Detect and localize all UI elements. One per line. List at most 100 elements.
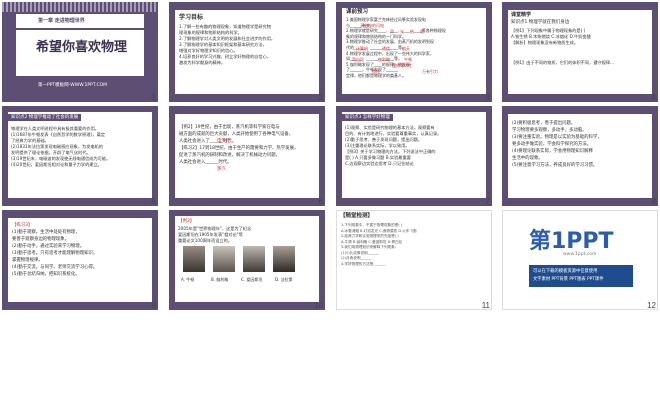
answer-text: 热 <box>410 29 414 34</box>
text-line: (4)勤于交流。与同学、老师交流学习心得。 <box>12 265 98 270</box>
slide-thumbnail-9[interactable]: 【练习3】 (1)勤于观察。生活中处处有物理， 要善于观察身边的物理现象。 (2… <box>2 210 158 310</box>
slide-thumbnail-11[interactable]: 【随堂检测】 1.下列现象中，不属于物理现象的是( ) A.冰雪消融 B.灯泡发… <box>336 210 492 310</box>
slide-12-canvas: 第1PPT www.1ppt.com 可以在下载的模板资源中任意使用 文字素材 … <box>502 210 658 310</box>
slide-thumbnail-10[interactable]: 【例3】 2005年是"世界物理年"，这是为了纪念 爱因斯坦在1905年发表"相… <box>169 210 325 310</box>
slide-10-canvas: 【例3】 2005年是"世界物理年"，这是为了纪念 爱因斯坦在1905年发表"相… <box>169 210 325 310</box>
text-line: 【解析】物理现象没有新物质生成。 <box>511 40 579 45</box>
slide-1-footer: 第一PPT模板网-WWW.1PPT.COM <box>38 83 108 88</box>
slide-thumbnail-7[interactable]: 知识点3 怎样学好物理 (1)观察、实验是研究物理的基本方法。观察要有 目的、有… <box>336 106 492 206</box>
text-line: 【例1】由于不同的物质，它们的体积不同，遵守规律... <box>511 60 614 65</box>
text-line: 定律，他们都是物理学的奠基人。 <box>346 72 406 78</box>
answer-text: 通信 <box>382 46 390 51</box>
slide-9-panel: 【练习3】 (1)勤于观察。生活中处处有物理， 要善于观察身边的物理现象。 (2… <box>8 218 152 302</box>
answer-text: 伽利略 <box>378 57 390 62</box>
portrait-image <box>183 246 205 272</box>
answer-text: 蒸汽 <box>217 167 226 172</box>
text-line: (3)勤于思考。只有思考才能理解物理知识， <box>12 251 98 256</box>
choice-b: B. 伽利略 <box>211 277 229 282</box>
slide-4-heading: 课堂精学 <box>511 12 532 18</box>
text-line: 【练习2】17到18世纪，由于生产的需要和力学、热学发展， <box>179 146 299 151</box>
slide-thumbnail-6[interactable]: 【例2】19世纪，由于出现，蒸汽机等科学家在电与 磁方面的成就的巨大贡献，人类开… <box>169 106 325 206</box>
slide-thumbnail-4[interactable]: 课堂精学 知识点1 物理学就在我们身边 【例1】下列现象中属于物理现象的是( )… <box>502 2 658 102</box>
text-line: (4)要理论联系实际，学会用物理知识解释 <box>512 149 593 154</box>
text-line: 【练习3】 <box>12 223 33 228</box>
answer-text: 电气化 <box>217 139 231 144</box>
slide-3-canvas: 课前预习 1.美国物理学家富兰克林经过风筝实验发现电 与______有关。 2.… <box>336 2 492 102</box>
portrait-image <box>213 246 235 272</box>
slide-number: 9 <box>151 301 156 310</box>
slide-sorter-grid: 第一章 走进物理世界 希望你喜欢物理 第一PPT模板网-WWW.1PPT.COM… <box>0 0 660 405</box>
answer-text: 电 <box>420 29 424 34</box>
section-tag: 知识点2 物理学推动了社会的发展 <box>8 114 82 121</box>
answer-text: 哥白尼 <box>352 57 364 62</box>
slide-number: 5 <box>151 197 156 206</box>
divider <box>16 28 144 30</box>
text-line: 人类社会进入______时代。 <box>179 160 232 165</box>
slide-4-canvas: 课堂精学 知识点1 物理学就在我们身边 【例1】下列现象中属于物理现象的是( )… <box>502 2 658 102</box>
slide-number: 6 <box>318 197 323 206</box>
slide-number: 4 <box>651 93 656 102</box>
slide-thumbnail-3[interactable]: 课前预习 1.美国物理学家富兰克林经过风筝实验发现电 与______有关。 2.… <box>336 2 492 102</box>
slide-5-text: 物理学在人类文明进程中具有极其重要的作用。 (1)1687年牛顿发表《自然哲学的… <box>11 126 147 168</box>
text-line: (5)要注意学习方法，养成良好的学习习惯。 <box>512 163 598 168</box>
slide-2-heading: 学习目标 <box>179 14 204 21</box>
slide-6-canvas: 【例2】19世纪，由于出现，蒸汽机等科学家在电与 磁方面的成就的巨大贡献，人类开… <box>169 106 325 206</box>
slide-8-canvas: (2)要积极思考，善于提出问题。 学习物理要多观察，多动手，多动脑。 (3)要注… <box>502 106 658 206</box>
section-tag: 知识点3 怎样学好物理 <box>342 114 393 121</box>
slide-number: 11 <box>481 301 490 310</box>
answer-text: 惯性 <box>372 69 380 74</box>
slide-9-text: 【练习3】 (1)勤于观察。生活中处处有物理， 要善于观察身边的物理现象。 (2… <box>12 222 148 278</box>
text-line: 掌握物理规律。 <box>12 258 43 263</box>
text-line: C.边观察边实验边思考 D.只记住结论 <box>345 161 414 166</box>
answer-text: 光 <box>400 29 404 34</box>
choice-c: C. 爱因斯坦 <box>241 277 263 282</box>
slide-7-subheading: 知识点3 怎样学好物理 <box>342 114 393 121</box>
text-line: 学习物理要多观察，多动手，多动脑。 <box>512 128 587 133</box>
text-line: 激发为科学献身的精神。 <box>179 60 226 65</box>
answer-text: 万有引力 <box>422 69 438 74</box>
text-line: (2)要积极思考，善于提出问题。 <box>512 121 576 126</box>
text-line: 【例2】19世纪，由于出现，蒸汽机等科学家在电与 <box>179 125 280 130</box>
slide-thumbnail-12[interactable]: 第1PPT www.1ppt.com 可以在下载的模板资源中任意使用 文字素材 … <box>502 210 658 310</box>
download-banner: 可以在下载的模板资源中任意使用 文字素材 PPT背景 PPT图表 PPT课件 <box>529 265 633 287</box>
text-line: (5)勤于总结归纳，把知识系统化。 <box>12 272 80 277</box>
slide-thumbnail-5[interactable]: 知识点2 物理学推动了社会的发展 物理学在人类文明进程中具有极其重要的作用。 (… <box>2 106 158 206</box>
text-line: 要善于观察身边的物理现象。 <box>12 237 70 242</box>
decorative-stripes <box>2 2 158 12</box>
text-line: 要多动手做实验，学会科学探究的方法。 <box>512 142 592 147</box>
slide-1-panel: 第一章 走进物理世界 希望你喜欢物理 <box>16 14 144 76</box>
banner-line-1: 可以在下载的模板资源中任意使用 <box>533 269 598 274</box>
portrait-image <box>273 246 295 272</box>
slide-6-panel: 【例2】19世纪，由于出现，蒸汽机等科学家在电与 磁方面的成就的巨大贡献，人类开… <box>175 114 319 198</box>
slide-10-text: 2005年是"世界物理年"，这是为了纪念 爱因斯坦在1905年发表"相对论"等 … <box>178 226 314 244</box>
slide-number: 10 <box>314 301 323 310</box>
text-line: 促进了蒸汽机的研制和改进，解决了机械动力问题， <box>179 153 280 158</box>
slide-5-canvas: 知识点2 物理学推动了社会的发展 物理学在人类文明进程中具有极其重要的作用。 (… <box>2 106 158 206</box>
answer-text: 摆的等时性 <box>392 63 412 68</box>
slide-10-subheading: 【例3】 <box>178 219 195 224</box>
text-line: 生活中的现象。 <box>512 156 543 161</box>
choice-a: A. 牛顿 <box>181 277 195 282</box>
slide-thumbnail-2[interactable]: 学习目标 1.了解一些有趣的物理现象，知道物理学是研究物 理现象的规律和物质结构… <box>169 2 325 102</box>
slide-7-canvas: 知识点3 怎样学好物理 (1)观察、实验是研究物理的基本方法。观察要有 目的、有… <box>336 106 492 206</box>
choice-d: D. 法拉第 <box>275 277 293 282</box>
portrait-image <box>243 246 265 272</box>
slide-2-text: 1.了解一些有趣的物理现象，知道物理学是研究物 理现象的规律和物质结构的科学。 … <box>179 24 315 66</box>
slide-thumbnail-1[interactable]: 第一章 走进物理世界 希望你喜欢物理 第一PPT模板网-WWW.1PPT.COM… <box>2 2 158 102</box>
text-line: 磁方面的成就的巨大贡献，人类开始使用了各种电气设备， <box>179 132 294 137</box>
slide-2-panel: 学习目标 1.了解一些有趣的物理现象，知道物理学是研究物 理现象的规律和物质结构… <box>175 10 319 94</box>
slide-7-panel: 知识点3 怎样学好物理 (1)观察、实验是研究物理的基本方法。观察要有 目的、有… <box>342 112 486 198</box>
slide-10-panel: 【例3】 2005年是"世界物理年"，这是为了纪念 爱因斯坦在1905年发表"相… <box>175 216 319 302</box>
slide-number: 3 <box>485 93 490 102</box>
text-line: 4.学好物理的方法是:______ <box>341 261 386 266</box>
answer-text: 声 <box>390 29 394 34</box>
slide-8-panel: (2)要积极思考，善于提出问题。 学习物理要多观察，多动手，多动脑。 (3)要注… <box>508 114 652 198</box>
slide-thumbnail-8[interactable]: (2)要积极思考，善于提出问题。 学习物理要多观察，多动手，多动脑。 (3)要注… <box>502 106 658 206</box>
slide-number: 12 <box>647 301 656 310</box>
slide-9-canvas: 【练习3】 (1)勤于观察。生活中处处有物理， 要善于观察身边的物理现象。 (2… <box>2 210 158 310</box>
slide-4-text: 【例1】下列现象中属于物理现象的是( ) A.铁生锈 B.木柴燃烧 C.冰熔化 … <box>511 28 647 66</box>
text-line: (1)勤于观察。生活中处处有物理， <box>12 230 80 235</box>
slide-1-chapter: 第一章 走进物理世界 <box>38 18 85 24</box>
slide-5-subheading: 知识点2 物理学推动了社会的发展 <box>8 114 82 121</box>
slide-number: 2 <box>318 93 323 102</box>
